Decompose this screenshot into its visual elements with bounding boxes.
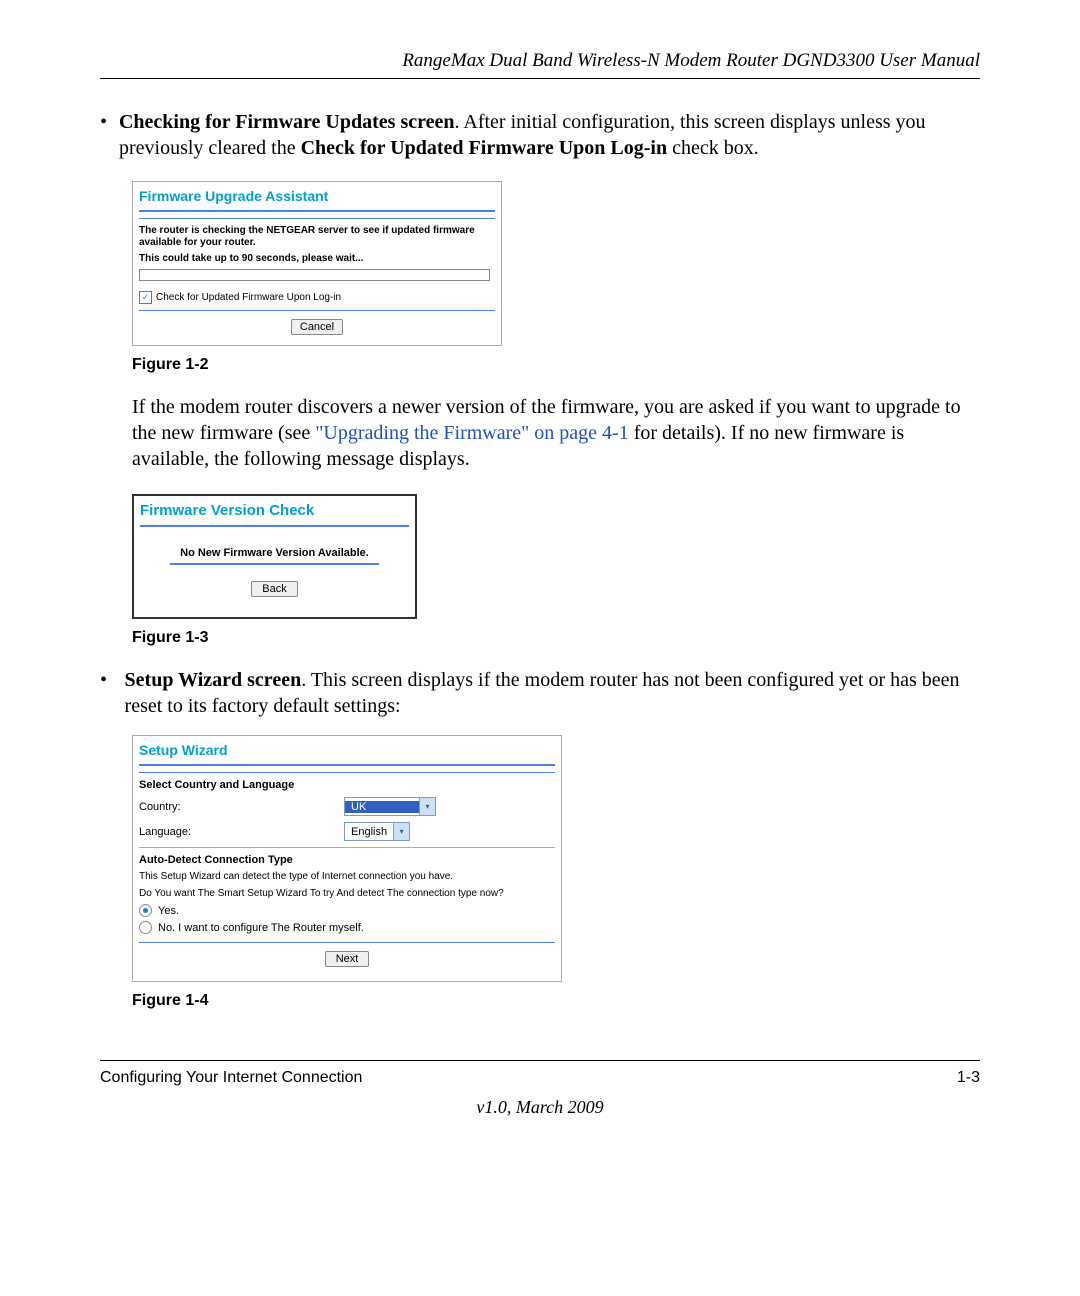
- firmware-version-check-screenshot: Firmware Version Check No New Firmware V…: [132, 494, 417, 619]
- fvc-title: Firmware Version Check: [140, 502, 409, 519]
- radio-yes-label: Yes.: [158, 905, 179, 917]
- setup-wizard-screenshot: Setup Wizard Select Country and Language…: [132, 735, 562, 982]
- language-label: Language:: [139, 826, 344, 838]
- check-updated-firmware-checkbox[interactable]: ✓: [139, 291, 152, 304]
- back-button[interactable]: Back: [251, 581, 297, 597]
- country-label: Country:: [139, 801, 344, 813]
- bullet1-checkbox-name: Check for Updated Firmware Upon Log-in: [301, 137, 667, 159]
- figure-1-4-caption: Figure 1-4: [132, 992, 980, 1010]
- sw-title: Setup Wizard: [139, 742, 555, 758]
- figure-1-3-caption: Figure 1-3: [132, 629, 980, 647]
- radio-no[interactable]: [139, 921, 152, 934]
- bullet2-title: Setup Wizard screen: [125, 669, 302, 691]
- bullet1-text2: check box.: [667, 137, 759, 159]
- bullet-dot: •: [100, 109, 119, 161]
- language-select[interactable]: English ▾: [344, 822, 410, 841]
- chevron-down-icon: ▾: [393, 823, 409, 840]
- paragraph-after-fig12: If the modem router discovers a newer ve…: [132, 394, 980, 472]
- footer-version: v1.0, March 2009: [100, 1097, 980, 1118]
- sw-line2: Do You want The Smart Setup Wizard To tr…: [139, 887, 555, 900]
- fua-msg1: The router is checking the NETGEAR serve…: [139, 225, 495, 249]
- firmware-upgrade-screenshot: Firmware Upgrade Assistant The router is…: [132, 181, 502, 346]
- next-button[interactable]: Next: [325, 951, 370, 967]
- page-footer: Configuring Your Internet Connection 1-3…: [100, 1060, 980, 1118]
- sw-section-country: Select Country and Language: [139, 779, 555, 791]
- sw-line1: This Setup Wizard can detect the type of…: [139, 870, 555, 883]
- fua-msg2: This could take up to 90 seconds, please…: [139, 253, 495, 265]
- cancel-button[interactable]: Cancel: [291, 319, 343, 335]
- figure-1-2-caption: Figure 1-2: [132, 356, 980, 374]
- bullet-item-2: • Setup Wizard screen. This screen displ…: [100, 667, 980, 719]
- fua-progress-bar: [139, 269, 490, 281]
- fua-title: Firmware Upgrade Assistant: [139, 188, 495, 204]
- radio-no-label: No. I want to configure The Router mysel…: [158, 922, 364, 934]
- bullet-item-1: • Checking for Firmware Updates screen. …: [100, 109, 980, 161]
- radio-yes[interactable]: [139, 904, 152, 917]
- upgrading-firmware-link[interactable]: "Upgrading the Firmware" on page 4-1: [315, 422, 628, 444]
- bullet1-title: Checking for Firmware Updates screen: [119, 111, 455, 133]
- page-header: RangeMax Dual Band Wireless-N Modem Rout…: [100, 50, 980, 79]
- footer-section: Configuring Your Internet Connection: [100, 1069, 362, 1087]
- fua-checkbox-label: Check for Updated Firmware Upon Log-in: [156, 291, 341, 304]
- country-select[interactable]: UK ▾: [344, 797, 436, 816]
- fvc-message: No New Firmware Version Available.: [140, 547, 409, 559]
- sw-section-autodetect: Auto-Detect Connection Type: [139, 854, 555, 866]
- footer-page-number: 1-3: [957, 1069, 980, 1087]
- chevron-down-icon: ▾: [419, 798, 435, 815]
- bullet-dot: •: [100, 667, 125, 719]
